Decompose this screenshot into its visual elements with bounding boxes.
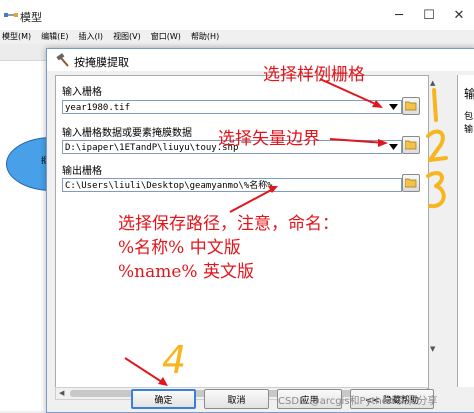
browse-input-raster-button[interactable] bbox=[402, 97, 420, 115]
dialog-titlebar: 按掩膜提取 bbox=[47, 49, 474, 71]
input-raster-label: 输入栅格 bbox=[62, 87, 102, 98]
model-app-icon bbox=[4, 13, 18, 17]
scroll-down-arrow-icon[interactable]: ▼ bbox=[430, 345, 435, 353]
menu-window[interactable]: 窗口(W) bbox=[151, 30, 181, 44]
menu-view[interactable]: 视图(V) bbox=[113, 30, 141, 44]
hammer-icon bbox=[56, 53, 69, 67]
model-menubar: 模型(M) 编辑(E) 插入(I) 视图(V) 窗口(W) 帮助(H) bbox=[0, 30, 474, 44]
minimize-button[interactable]: ─ bbox=[384, 0, 414, 30]
output-raster-label: 输出栅格 bbox=[62, 166, 102, 177]
marker-4-label: 4 bbox=[162, 338, 187, 382]
annotation-line: 选择保存路径，注意，命名： bbox=[118, 214, 339, 234]
annotation-line: %名称% 中文版 bbox=[118, 238, 241, 258]
close-button[interactable]: ✕ bbox=[444, 0, 474, 30]
input-raster-dropdown-icon[interactable] bbox=[386, 100, 400, 114]
ok-button[interactable]: 确定 bbox=[131, 389, 196, 409]
model-window-titlebar: 模型 ─ ☐ ✕ bbox=[0, 0, 474, 30]
watermark: CSDN @arcgis和Python 实验分享 bbox=[278, 396, 438, 407]
browse-output-raster-button[interactable] bbox=[402, 174, 420, 192]
dialog-title: 按掩膜提取 bbox=[74, 56, 129, 69]
scroll-up-arrow-icon[interactable]: ▲ bbox=[430, 79, 435, 87]
folder-icon bbox=[405, 101, 417, 111]
annotation-line: %name% 英文版 bbox=[118, 262, 254, 282]
menu-insert[interactable]: 插入(I) bbox=[78, 30, 103, 44]
help-text-line: 输 bbox=[464, 125, 474, 135]
mask-data-label: 输入栅格数据或要素掩膜数据 bbox=[62, 128, 192, 139]
input-raster-combo[interactable]: year1980.tif bbox=[62, 100, 402, 114]
browse-mask-data-button[interactable] bbox=[402, 136, 420, 154]
help-panel: 输 包 输 bbox=[457, 75, 474, 387]
help-text-line: 包 bbox=[464, 112, 474, 122]
annotation-select-sample-raster: 选择样例栅格 bbox=[263, 65, 365, 85]
help-panel-title: 输 bbox=[464, 85, 474, 102]
output-raster-input[interactable]: C:\Users\liuli\Desktop\geamyanmo\%名称% bbox=[62, 178, 402, 192]
menu-help[interactable]: 帮助(H) bbox=[191, 30, 219, 44]
folder-icon bbox=[405, 140, 417, 150]
menu-model[interactable]: 模型(M) bbox=[2, 30, 31, 44]
scroll-left-arrow-icon[interactable]: ◀ bbox=[59, 389, 64, 397]
annotation-select-vector-boundary: 选择矢量边界 bbox=[218, 129, 320, 149]
mask-data-dropdown-icon[interactable] bbox=[386, 140, 400, 154]
annotation-save-path-note: 选择保存路径，注意，命名： %名称% 中文版 %name% 英文版 bbox=[118, 212, 339, 284]
cancel-button[interactable]: 取消 bbox=[204, 389, 269, 409]
folder-icon bbox=[405, 178, 417, 188]
help-panel-text: 包 输 bbox=[464, 111, 473, 137]
menu-edit[interactable]: 编辑(E) bbox=[41, 30, 68, 44]
maximize-button[interactable]: ☐ bbox=[414, 0, 444, 30]
model-window-title: 模型 bbox=[20, 11, 42, 24]
